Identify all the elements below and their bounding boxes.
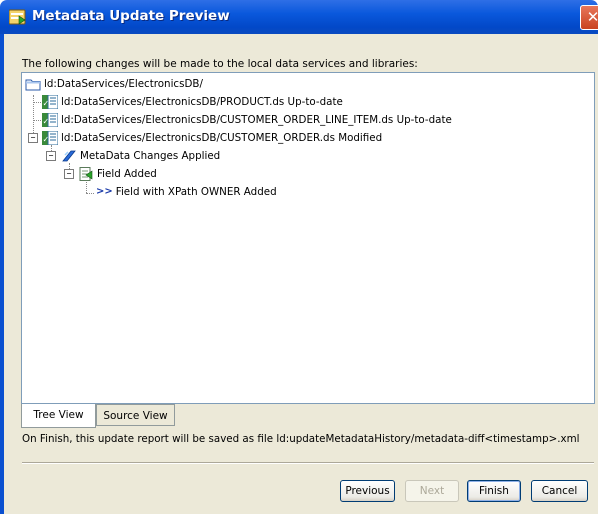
tree-node-label: ld:DataServices/ElectronicsDB/PRODUCT.ds…	[61, 96, 343, 108]
svg-text:✓: ✓	[43, 135, 50, 144]
tree-connector	[86, 193, 94, 194]
tree-node-customer-order[interactable]: ✓ ld:DataServices/ElectronicsDB/CUSTOMER…	[42, 130, 382, 146]
finish-button[interactable]: Finish	[467, 480, 521, 502]
app-icon	[9, 9, 26, 25]
title-bar[interactable]: Metadata Update Preview ✕	[0, 0, 598, 34]
tree-node-label: ld:DataServices/ElectronicsDB/CUSTOMER_O…	[61, 132, 383, 144]
collapse-toggle[interactable]: −	[46, 151, 56, 161]
svg-text:✓: ✓	[43, 99, 50, 108]
data-service-icon: ✓	[42, 95, 58, 109]
folder-icon	[25, 79, 41, 90]
tree-node-root[interactable]: ld:DataServices/ElectronicsDB/	[25, 76, 203, 92]
changes-tree[interactable]: ld:DataServices/ElectronicsDB/ ✓ ld:Data…	[21, 72, 595, 404]
tree-node-label: ld:DataServices/ElectronicsDB/CUSTOMER_O…	[61, 114, 452, 126]
tree-node-product[interactable]: ✓ ld:DataServices/ElectronicsDB/PRODUCT.…	[42, 94, 343, 110]
tree-node-label: Field with XPath OWNER Added	[115, 186, 277, 198]
intro-label: The following changes will be made to th…	[22, 58, 418, 70]
double-arrow-icon: >>	[96, 186, 113, 197]
close-button[interactable]: ✕	[580, 5, 598, 30]
metadata-changes-icon	[62, 150, 76, 162]
tree-node-label: Field Added	[97, 168, 157, 180]
divider	[22, 462, 594, 464]
tree-node-label: MetaData Changes Applied	[80, 150, 221, 162]
report-info-text: On Finish, this update report will be sa…	[22, 433, 580, 445]
tree-node-metadata-changes[interactable]: MetaData Changes Applied	[61, 148, 220, 164]
tab-source-view[interactable]: Source View	[96, 404, 175, 426]
collapse-toggle[interactable]: −	[28, 133, 38, 143]
tree-connector	[33, 120, 41, 121]
tab-tree-view[interactable]: Tree View	[21, 404, 96, 428]
tree-node-xpath-field[interactable]: >> Field with XPath OWNER Added	[96, 184, 277, 200]
tree-node-label: ld:DataServices/ElectronicsDB/	[44, 78, 203, 90]
tree-connector	[33, 102, 41, 103]
dialog-title: Metadata Update Preview	[32, 8, 230, 24]
tree-node-line-item[interactable]: ✓ ld:DataServices/ElectronicsDB/CUSTOMER…	[42, 112, 452, 128]
field-icon	[79, 167, 93, 181]
data-service-icon: ✓	[42, 131, 58, 145]
next-button[interactable]: Next	[405, 480, 459, 502]
svg-text:✓: ✓	[43, 117, 50, 126]
collapse-toggle[interactable]: −	[64, 169, 74, 179]
data-service-icon: ✓	[42, 113, 58, 127]
metadata-update-preview-dialog: Metadata Update Preview ✕ The following …	[0, 0, 598, 514]
cancel-button[interactable]: Cancel	[531, 480, 588, 502]
previous-button[interactable]: Previous	[340, 480, 395, 502]
tree-node-field-added[interactable]: Field Added	[79, 166, 157, 182]
